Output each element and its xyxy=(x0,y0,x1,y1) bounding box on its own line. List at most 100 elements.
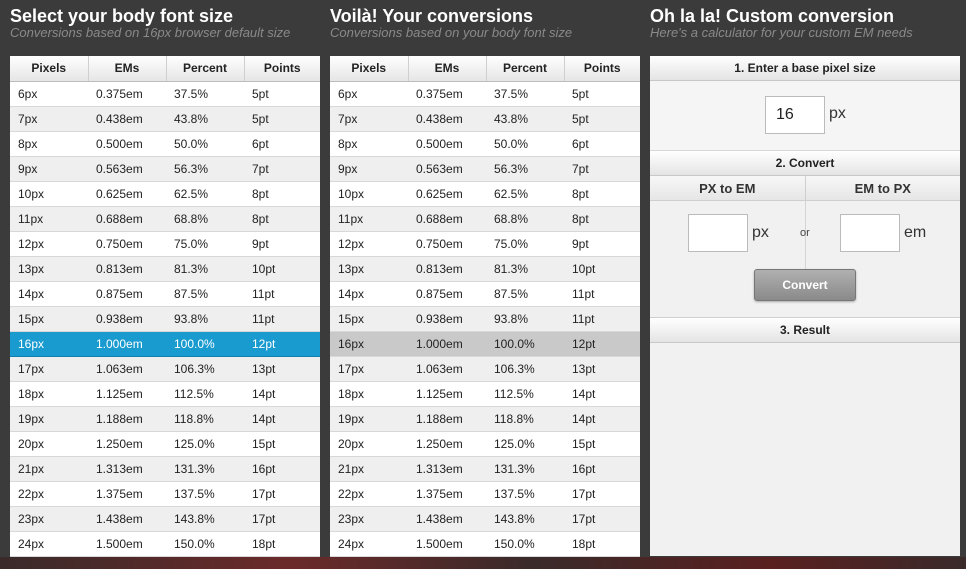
table-row[interactable]: 21px 1.313em 131.3% 16pt xyxy=(330,456,640,482)
cell-pixels: 12px xyxy=(10,231,88,257)
table-row[interactable]: 11px 0.688em 68.8% 8pt xyxy=(10,206,320,232)
cell-percent: 112.5% xyxy=(486,381,564,407)
cell-points: 14pt xyxy=(564,381,640,407)
cell-percent: 87.5% xyxy=(166,281,244,307)
table-row[interactable]: 23px 1.438em 143.8% 17pt xyxy=(330,506,640,532)
result-area xyxy=(650,343,960,553)
table-row[interactable]: 6px 0.375em 37.5% 5pt xyxy=(330,81,640,107)
cell-points: 11pt xyxy=(564,281,640,307)
table-row[interactable]: 12px 0.750em 75.0% 9pt xyxy=(330,231,640,257)
table-row[interactable]: 19px 1.188em 118.8% 14pt xyxy=(330,406,640,432)
cell-percent: 93.8% xyxy=(486,306,564,332)
table-row[interactable]: 16px 1.000em 100.0% 12pt xyxy=(10,331,320,357)
cell-pixels: 18px xyxy=(330,381,408,407)
table-row[interactable]: 14px 0.875em 87.5% 11pt xyxy=(10,281,320,307)
cell-ems: 0.813em xyxy=(408,256,486,282)
table-row[interactable]: 15px 0.938em 93.8% 11pt xyxy=(330,306,640,332)
table-row[interactable]: 18px 1.125em 112.5% 14pt xyxy=(10,381,320,407)
convert-button[interactable]: Convert xyxy=(754,269,856,301)
cell-percent: 87.5% xyxy=(486,281,564,307)
table-row[interactable]: 20px 1.250em 125.0% 15pt xyxy=(10,431,320,457)
cell-pixels: 17px xyxy=(10,356,88,382)
cell-points: 12pt xyxy=(244,331,320,357)
custom-conversion-subtitle: Here's a calculator for your custom EM n… xyxy=(650,25,913,40)
cell-points: 17pt xyxy=(564,481,640,507)
em-value-input[interactable] xyxy=(840,214,900,252)
table-row[interactable]: 13px 0.813em 81.3% 10pt xyxy=(10,256,320,282)
cell-points: 14pt xyxy=(244,406,320,432)
px-value-input[interactable] xyxy=(688,214,748,252)
header-percent: Percent xyxy=(486,56,565,82)
table-row[interactable]: 19px 1.188em 118.8% 14pt xyxy=(10,406,320,432)
cell-percent: 150.0% xyxy=(486,531,564,557)
table-header-row: Pixels EMs Percent Points xyxy=(330,56,640,82)
cell-percent: 106.3% xyxy=(486,356,564,382)
table-row[interactable]: 23px 1.438em 143.8% 17pt xyxy=(10,506,320,532)
step2-heading: 2. Convert xyxy=(650,151,960,176)
table-row[interactable]: 14px 0.875em 87.5% 11pt xyxy=(330,281,640,307)
table-row[interactable]: 10px 0.625em 62.5% 8pt xyxy=(330,181,640,207)
table-row[interactable]: 18px 1.125em 112.5% 14pt xyxy=(330,381,640,407)
cell-percent: 131.3% xyxy=(486,456,564,482)
cell-points: 13pt xyxy=(564,356,640,382)
cell-percent: 100.0% xyxy=(486,331,564,357)
cell-points: 9pt xyxy=(564,231,640,257)
base-pixel-input[interactable] xyxy=(765,96,825,134)
cell-points: 5pt xyxy=(244,81,320,107)
table-row[interactable]: 17px 1.063em 106.3% 13pt xyxy=(10,356,320,382)
cell-points: 8pt xyxy=(244,206,320,232)
cell-pixels: 14px xyxy=(10,281,88,307)
cell-percent: 43.8% xyxy=(166,106,244,132)
cell-points: 18pt xyxy=(244,531,320,557)
cell-points: 14pt xyxy=(244,381,320,407)
cell-pixels: 14px xyxy=(330,281,408,307)
table-row[interactable]: 9px 0.563em 56.3% 7pt xyxy=(10,156,320,182)
table-row[interactable]: 24px 1.500em 150.0% 18pt xyxy=(330,531,640,557)
cell-points: 5pt xyxy=(564,106,640,132)
cell-points: 9pt xyxy=(244,231,320,257)
table-row[interactable]: 17px 1.063em 106.3% 13pt xyxy=(330,356,640,382)
table-row[interactable]: 6px 0.375em 37.5% 5pt xyxy=(10,81,320,107)
cell-ems: 1.500em xyxy=(88,531,166,557)
table-row[interactable]: 7px 0.438em 43.8% 5pt xyxy=(10,106,320,132)
cell-pixels: 19px xyxy=(330,406,408,432)
body-size-table: Pixels EMs Percent Points 6px 0.375em 37.5… xyxy=(10,56,320,557)
table-row[interactable]: 22px 1.375em 137.5% 17pt xyxy=(10,481,320,507)
table-row[interactable]: 24px 1.500em 150.0% 18pt xyxy=(10,531,320,557)
table-row[interactable]: 10px 0.625em 62.5% 8pt xyxy=(10,181,320,207)
cell-percent: 62.5% xyxy=(166,181,244,207)
cell-percent: 143.8% xyxy=(486,506,564,532)
cell-points: 13pt xyxy=(244,356,320,382)
convert-area: px or em Convert xyxy=(650,201,960,318)
cell-percent: 125.0% xyxy=(486,431,564,457)
cell-ems: 0.438em xyxy=(408,106,486,132)
cell-pixels: 8px xyxy=(330,131,408,157)
cell-percent: 68.8% xyxy=(166,206,244,232)
calculator-panel: 1. Enter a base pixel size px 2. Convert… xyxy=(650,56,960,556)
table-row[interactable]: 22px 1.375em 137.5% 17pt xyxy=(330,481,640,507)
cell-percent: 137.5% xyxy=(486,481,564,507)
table-row[interactable]: 15px 0.938em 93.8% 11pt xyxy=(10,306,320,332)
table-row[interactable]: 16px 1.000em 100.0% 12pt xyxy=(330,331,640,357)
table-row[interactable]: 20px 1.250em 125.0% 15pt xyxy=(330,431,640,457)
table-row[interactable]: 9px 0.563em 56.3% 7pt xyxy=(330,156,640,182)
conversions-rows: 6px 0.375em 37.5% 5pt 7px 0.438em 43.8% 5pt 8px 0… xyxy=(330,81,640,557)
cell-ems: 1.438em xyxy=(408,506,486,532)
em-to-px-heading: EM to PX xyxy=(804,176,961,200)
table-row[interactable]: 21px 1.313em 131.3% 16pt xyxy=(10,456,320,482)
cell-ems: 1.375em xyxy=(408,481,486,507)
table-row[interactable]: 7px 0.438em 43.8% 5pt xyxy=(330,106,640,132)
cell-ems: 1.313em xyxy=(408,456,486,482)
table-row[interactable]: 8px 0.500em 50.0% 6pt xyxy=(10,131,320,157)
cell-ems: 1.313em xyxy=(88,456,166,482)
table-row[interactable]: 11px 0.688em 68.8% 8pt xyxy=(330,206,640,232)
cell-points: 8pt xyxy=(564,181,640,207)
px-to-em-heading: PX to EM xyxy=(699,181,756,196)
cell-percent: 143.8% xyxy=(166,506,244,532)
cell-ems: 0.750em xyxy=(408,231,486,257)
table-row[interactable]: 13px 0.813em 81.3% 10pt xyxy=(330,256,640,282)
cell-points: 17pt xyxy=(564,506,640,532)
cell-ems: 1.000em xyxy=(408,331,486,357)
table-row[interactable]: 8px 0.500em 50.0% 6pt xyxy=(330,131,640,157)
table-row[interactable]: 12px 0.750em 75.0% 9pt xyxy=(10,231,320,257)
